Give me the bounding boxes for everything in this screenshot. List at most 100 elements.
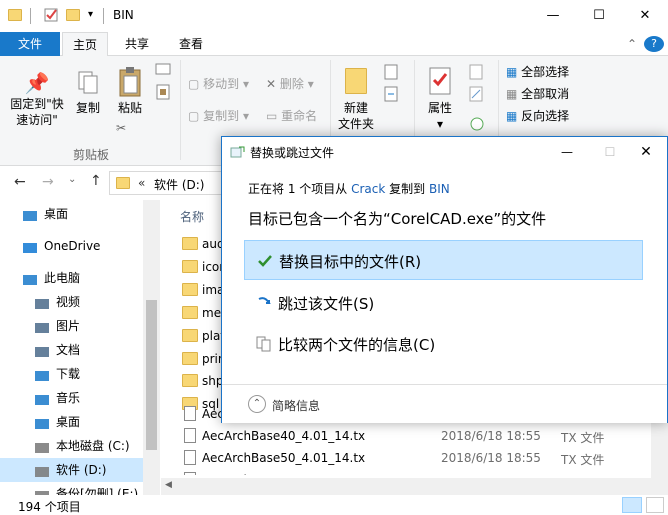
up-icon[interactable]: ↑: [90, 173, 102, 189]
folder-icon: [182, 237, 198, 250]
back-icon[interactable]: ←: [14, 174, 26, 190]
help-icon[interactable]: ?: [644, 36, 664, 52]
delete-button[interactable]: ✕ 删除 ▾: [266, 76, 326, 92]
open-icon[interactable]: [466, 64, 488, 84]
compare-option[interactable]: 比较两个文件的信息(C): [244, 324, 643, 364]
pictures-icon: [34, 319, 50, 333]
replace-option[interactable]: 替换目标中的文件(R): [244, 240, 643, 280]
rename-icon: ▭: [266, 109, 278, 123]
skip-icon: [256, 295, 272, 311]
table-row[interactable]: AecArchBase50_4.01_14.tx 2018/6/18 18:55 T…: [180, 447, 650, 469]
file-date: 2018/6/18 18:55: [441, 429, 541, 443]
new-folder-qa-icon[interactable]: [66, 8, 82, 22]
address-input[interactable]: « 软件 (D:): [109, 171, 239, 195]
select-all-button[interactable]: ▦ 全部选择: [506, 64, 586, 80]
nav-item-label: 桌面: [44, 207, 69, 221]
nav-item-label: 桌面: [56, 415, 81, 429]
nav-item[interactable]: 文档: [0, 338, 160, 362]
dialog-minimize-button[interactable]: —: [547, 139, 587, 165]
new-folder-button[interactable]: 新建 文件夹: [336, 66, 376, 132]
minimize-button[interactable]: —: [530, 0, 576, 32]
nav-scrollbar[interactable]: [143, 200, 160, 495]
tab-view[interactable]: 查看: [168, 32, 214, 56]
select-none-button[interactable]: ▦ 全部取消: [506, 86, 586, 102]
folder-icon: [182, 306, 198, 319]
maximize-button[interactable]: ☐: [576, 0, 622, 32]
move-to-button[interactable]: ▢ 移动到 ▾: [188, 76, 258, 92]
rename-button[interactable]: ▭ 重命名: [266, 108, 326, 124]
history-icon[interactable]: [466, 116, 488, 136]
nav-item[interactable]: 下载: [0, 362, 160, 386]
close-button[interactable]: ✕: [622, 0, 668, 32]
forward-icon[interactable]: →: [42, 174, 54, 190]
copy-icon: [70, 70, 106, 100]
nav-item-label: 软件 (D:): [56, 463, 107, 477]
nav-item[interactable]: OneDrive: [0, 234, 160, 258]
tab-home[interactable]: 主页: [62, 32, 108, 57]
tab-file[interactable]: 文件: [0, 32, 60, 56]
paste-button[interactable]: 粘贴: [112, 66, 148, 116]
column-header-name[interactable]: 名称: [180, 208, 204, 225]
copy-button[interactable]: 复制: [70, 70, 106, 116]
new-item-icon[interactable]: [380, 64, 406, 84]
file-icon: [184, 406, 196, 421]
window-title: BIN: [113, 8, 134, 22]
scissors-icon[interactable]: ✂: [112, 120, 130, 136]
details-view-icon[interactable]: [622, 497, 642, 513]
select-none-icon: ▦: [506, 87, 518, 101]
nav-item[interactable]: 桌面: [0, 410, 160, 434]
scroll-left-icon[interactable]: ◀: [165, 480, 172, 490]
nav-item[interactable]: 图片: [0, 314, 160, 338]
select-all-icon: ▦: [506, 65, 518, 79]
nav-item-label: OneDrive: [44, 239, 101, 253]
desktop-icon: [22, 207, 38, 221]
nav-item[interactable]: 视频: [0, 290, 160, 314]
nav-item[interactable]: 软件 (D:): [0, 458, 160, 482]
replace-option-label: 替换目标中的文件(R): [279, 253, 422, 271]
nav-item[interactable]: 此电脑: [0, 266, 160, 290]
brief-info-toggle[interactable]: 简略信息: [272, 397, 320, 414]
nav-item[interactable]: 桌面: [0, 202, 160, 226]
folder-icon: [8, 8, 24, 22]
video-icon: [34, 295, 50, 309]
folder-icon: [182, 260, 198, 273]
dialog-title: 替换或跳过文件: [250, 146, 335, 160]
properties-qa-icon[interactable]: [44, 8, 60, 22]
easy-access-icon[interactable]: [380, 86, 406, 106]
table-row[interactable]: AecArchBase60_4.01_14.tx 2018/6/18 18:55 T…: [180, 469, 650, 475]
check-icon: [257, 253, 273, 269]
documents-icon: [34, 343, 50, 357]
tab-share[interactable]: 共享: [114, 32, 160, 56]
status-bar: 194 个项目: [0, 495, 668, 515]
source-link[interactable]: Crack: [351, 182, 385, 196]
nav-item-label: 视频: [56, 295, 81, 309]
destination-link[interactable]: BIN: [429, 182, 450, 196]
title-bar: ▾ BIN — ☐ ✕: [0, 0, 668, 32]
properties-button[interactable]: 属性 ▾: [420, 66, 460, 132]
invert-selection-button[interactable]: ▦ 反向选择: [506, 108, 586, 124]
recent-locations-icon[interactable]: ⌄: [68, 174, 76, 185]
pin-quick-access-button[interactable]: 📌 固定到"快 速访问": [8, 70, 66, 128]
folder-icon: [182, 374, 198, 387]
item-count: 194 个项目: [18, 500, 81, 514]
table-row[interactable]: AecArchBase40_4.01_14.tx 2018/6/18 18:55 T…: [180, 425, 650, 447]
collapse-details-icon[interactable]: ⌃: [248, 395, 266, 413]
folder-icon: [182, 283, 198, 296]
dialog-close-button[interactable]: ✕: [626, 139, 666, 165]
nav-item[interactable]: 本地磁盘 (C:): [0, 434, 160, 458]
skip-option[interactable]: 跳过该文件(S): [244, 283, 643, 323]
large-icons-view-icon[interactable]: [646, 497, 664, 513]
copy-path-icon[interactable]: [154, 84, 172, 104]
dialog-maximize-button[interactable]: ☐: [590, 139, 630, 165]
collapse-ribbon-icon[interactable]: ⌃: [622, 32, 642, 56]
edit-icon[interactable]: [466, 86, 488, 106]
list-horizontal-scrollbar[interactable]: ◀: [161, 478, 651, 495]
folder-icon: [182, 352, 198, 365]
nav-scroll-thumb[interactable]: [146, 300, 157, 450]
nav-item[interactable]: 音乐: [0, 386, 160, 410]
cut-icon[interactable]: [154, 62, 172, 80]
copy-to-button[interactable]: ▢ 复制到 ▾: [188, 108, 258, 124]
customize-qa-icon[interactable]: ▾: [88, 8, 104, 22]
address-path[interactable]: 软件 (D:): [154, 176, 204, 193]
file-type: TX 文件: [561, 431, 605, 445]
